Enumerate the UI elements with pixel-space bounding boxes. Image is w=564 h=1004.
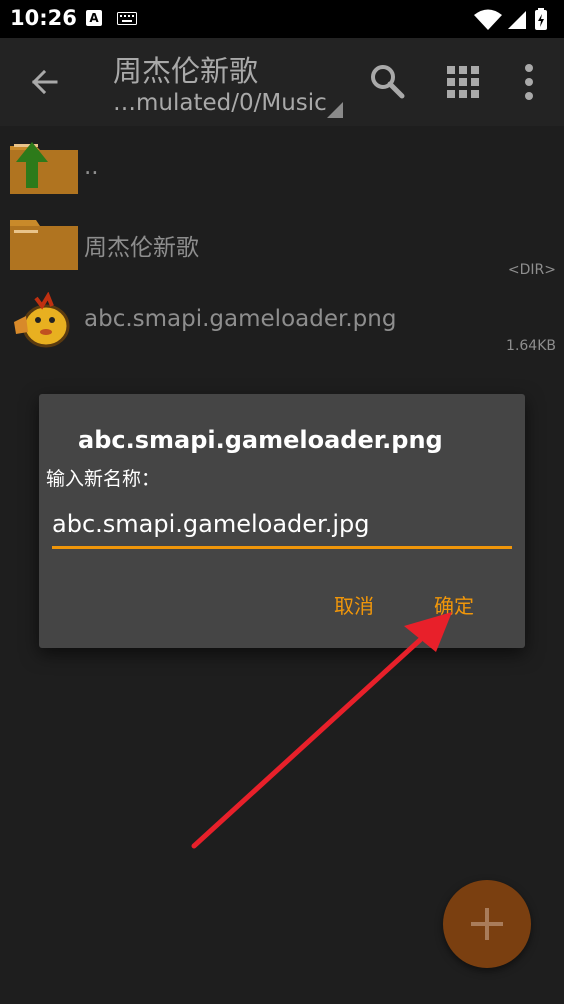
file-meta: <DIR> [507,262,556,278]
file-row-parent[interactable]: .. [0,128,564,206]
confirm-button[interactable]: 确定 [434,590,474,619]
screen: 10:26 A 周杰伦新歌 …mulated/0/Music .. 周杰伦新歌 … [0,0,564,1004]
file-name: abc.smapi.gameloader.png [84,306,397,332]
folder-icon [10,220,78,270]
rename-dialog: abc.smapi.gameloader.png 输入新名称： 取消 确定 [39,394,525,648]
grid-view-icon [447,66,479,98]
dialog-label: 输入新名称： [46,468,161,490]
file-row-folder[interactable]: 周杰伦新歌 <DIR> [0,206,564,284]
file-name: .. [84,154,99,180]
add-fab-button[interactable] [443,880,531,968]
dialog-title: abc.smapi.gameloader.png [78,426,443,454]
search-icon [371,65,405,99]
plus-icon [471,908,503,940]
status-time: 10:26 [10,6,77,30]
file-row-image[interactable]: abc.smapi.gameloader.png 1.64KB [0,284,564,362]
search-button[interactable] [368,62,408,102]
arrow-left-icon [31,69,58,95]
file-name: 周杰伦新歌 [84,235,199,261]
path-breadcrumb[interactable]: …mulated/0/Music [113,90,327,116]
grid-view-button[interactable] [445,64,481,100]
back-button[interactable] [20,60,68,104]
new-name-input[interactable] [52,502,512,549]
more-vert-icon [525,64,533,100]
notification-a-icon: A [86,10,102,26]
folder-title: 周杰伦新歌 [113,54,259,88]
wifi-icon [474,9,502,30]
keyboard-icon [117,12,137,25]
more-options-button[interactable] [517,62,541,102]
app-toolbar: 周杰伦新歌 …mulated/0/Music [0,38,564,126]
status-icons [474,8,547,30]
path-dropdown-icon[interactable] [327,102,343,118]
image-thumbnail-icon [14,292,70,348]
folder-up-icon [10,142,78,194]
cancel-button[interactable]: 取消 [334,590,374,619]
file-meta: 1.64KB [506,338,556,354]
signal-icon [508,11,526,29]
status-bar: 10:26 A [0,0,564,38]
